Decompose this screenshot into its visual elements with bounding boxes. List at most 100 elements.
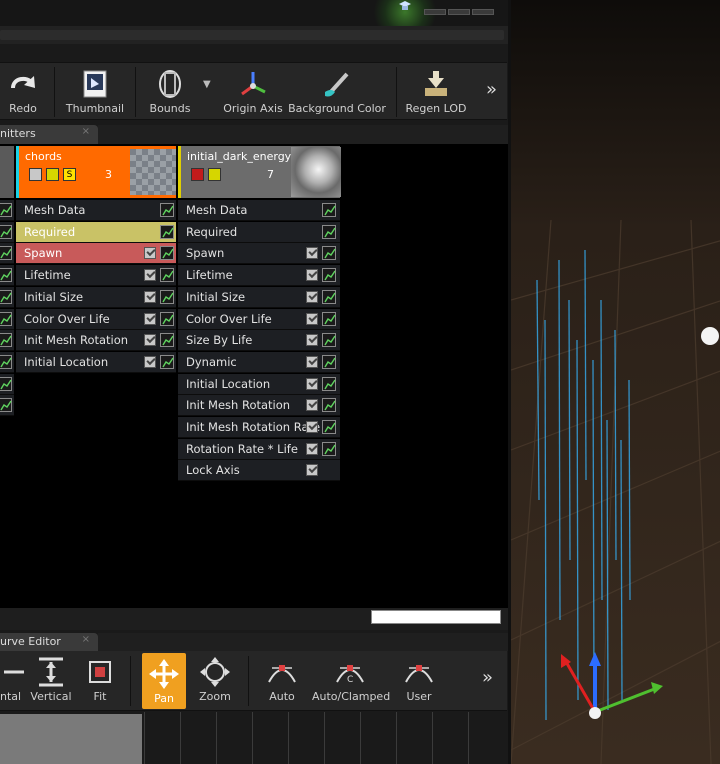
curve-toggle-icon[interactable] [160, 246, 174, 261]
module-row[interactable]: Color Over Life [16, 308, 176, 330]
emitters-tab[interactable]: nitters × [0, 125, 98, 144]
module-enable-checkbox[interactable] [306, 442, 318, 455]
curve-toggle-icon[interactable] [0, 311, 12, 326]
emitter-header-energy[interactable]: initial_dark_energy 7 [178, 146, 341, 198]
curve-toggle-icon[interactable] [0, 333, 12, 348]
module-enable-checkbox[interactable] [144, 312, 156, 325]
curve-toggle-icon[interactable] [0, 224, 12, 239]
regen-lod-button[interactable]: Regen LOD [404, 63, 468, 121]
module-enable-checkbox[interactable] [144, 334, 156, 347]
curve-toggle-icon[interactable] [322, 441, 336, 456]
curve-toggle-icon[interactable] [322, 354, 336, 369]
module-enable-checkbox[interactable] [144, 290, 156, 303]
redo-button[interactable]: Redo [0, 63, 46, 121]
thumbnail-button[interactable]: Thumbnail [62, 63, 128, 121]
curve-toggle-icon[interactable] [0, 398, 12, 413]
module-row-partial[interactable] [0, 286, 14, 308]
module-enable-checkbox[interactable] [306, 312, 318, 325]
solo-button[interactable]: S [63, 168, 76, 181]
curve-toggle-icon[interactable] [160, 268, 174, 283]
curve-toggle-icon[interactable] [322, 420, 336, 434]
module-row-partial[interactable] [0, 221, 14, 243]
graduation-cap-icon[interactable] [398, 0, 412, 12]
module-row[interactable]: Initial Size [16, 286, 176, 308]
curve-toggle-icon[interactable] [322, 203, 336, 217]
module-enable-checkbox[interactable] [306, 377, 318, 390]
curve-toggle-icon[interactable] [160, 203, 174, 217]
curve-toggle-icon[interactable] [0, 203, 12, 217]
module-row[interactable]: Mesh Data [16, 200, 176, 221]
bounds-dropdown-icon[interactable]: ▼ [203, 79, 211, 90]
fit-button[interactable]: Fit [78, 651, 122, 709]
module-row-partial[interactable] [0, 330, 14, 352]
module-row[interactable]: Init Mesh Rotation [16, 330, 176, 352]
auto-tangent-button[interactable]: Auto [260, 651, 304, 709]
module-row[interactable]: Init Mesh Rotation Rate [178, 417, 340, 438]
module-enable-checkbox[interactable] [306, 421, 318, 433]
module-enable-checkbox[interactable] [306, 269, 318, 282]
module-row[interactable]: Spawn [178, 243, 340, 265]
curve-toggle-icon[interactable] [0, 268, 12, 283]
curve-toggle-icon[interactable] [322, 246, 336, 261]
module-row-partial[interactable] [0, 351, 14, 373]
module-row-partial[interactable] [0, 373, 14, 395]
vertical-fit-button[interactable]: Vertical [28, 651, 74, 709]
curve-toggle-icon[interactable] [322, 311, 336, 326]
curve-toggle-icon[interactable] [160, 311, 174, 326]
curve-toolbar-overflow-icon[interactable]: » [482, 667, 493, 688]
module-row[interactable]: Dynamic [178, 351, 340, 373]
curve-toggle-icon[interactable] [322, 268, 336, 283]
module-enable-checkbox[interactable] [306, 355, 318, 368]
module-row[interactable]: Size By Life [178, 330, 340, 352]
module-enable-checkbox[interactable] [144, 269, 156, 282]
scrollbar-thumb[interactable] [371, 610, 501, 624]
module-enable-checkbox[interactable] [306, 464, 318, 477]
module-row[interactable]: Lock Axis [178, 460, 340, 482]
curve-toggle-icon[interactable] [322, 289, 336, 304]
curve-toggle-icon[interactable] [0, 289, 12, 304]
curve-toggle-icon[interactable] [0, 376, 12, 391]
module-row-partial[interactable] [0, 200, 14, 221]
module-enable-checkbox[interactable] [306, 334, 318, 347]
module-row[interactable]: Mesh Data [178, 200, 340, 221]
module-row[interactable]: Initial Location [178, 373, 340, 395]
curve-editor-tab[interactable]: urve Editor × [0, 633, 98, 651]
module-row[interactable]: Required [178, 221, 340, 243]
preview-viewport[interactable] [508, 0, 720, 764]
curve-toggle-icon[interactable] [160, 224, 174, 239]
origin-axis-button[interactable]: Origin Axis [222, 63, 284, 121]
module-row-partial[interactable] [0, 308, 14, 330]
module-row-partial[interactable] [0, 265, 14, 287]
horizontal-fit-button[interactable]: ntal [0, 651, 24, 709]
module-enable-checkbox[interactable] [306, 399, 318, 412]
render-mode-icon[interactable] [46, 168, 59, 181]
curve-toggle-icon[interactable] [0, 354, 12, 369]
curve-toggle-icon[interactable] [322, 333, 336, 348]
module-enable-checkbox[interactable] [144, 355, 156, 368]
enable-checkbox[interactable] [29, 168, 42, 181]
auto-clamped-tangent-button[interactable]: C Auto/Clamped [312, 651, 390, 709]
render-mode-icon[interactable] [208, 168, 221, 181]
module-enable-checkbox[interactable] [144, 247, 156, 260]
toolbar-overflow-icon[interactable]: » [486, 79, 497, 100]
module-row[interactable]: Required [16, 221, 176, 243]
close-icon[interactable]: × [82, 126, 90, 137]
curve-toggle-icon[interactable] [322, 224, 336, 239]
bounds-button[interactable]: Bounds [144, 63, 196, 121]
curve-toggle-icon[interactable] [160, 354, 174, 369]
module-enable-checkbox[interactable] [306, 247, 318, 260]
curve-toggle-icon[interactable] [322, 398, 336, 413]
module-row[interactable]: Color Over Life [178, 308, 340, 330]
horizontal-scrollbar[interactable] [0, 608, 508, 630]
pan-button[interactable]: Pan [142, 653, 186, 709]
close-icon[interactable]: × [82, 634, 90, 645]
curve-toggle-icon[interactable] [160, 333, 174, 348]
curve-graph-area[interactable] [0, 712, 507, 764]
user-tangent-button[interactable]: User [398, 651, 440, 709]
module-row[interactable]: Initial Location [16, 351, 176, 373]
module-row-partial[interactable] [0, 243, 14, 265]
module-row[interactable]: Init Mesh Rotation [178, 395, 340, 417]
background-color-button[interactable]: Background Color [288, 63, 386, 121]
module-row[interactable]: Spawn [16, 243, 176, 265]
module-row[interactable]: Lifetime [178, 265, 340, 287]
